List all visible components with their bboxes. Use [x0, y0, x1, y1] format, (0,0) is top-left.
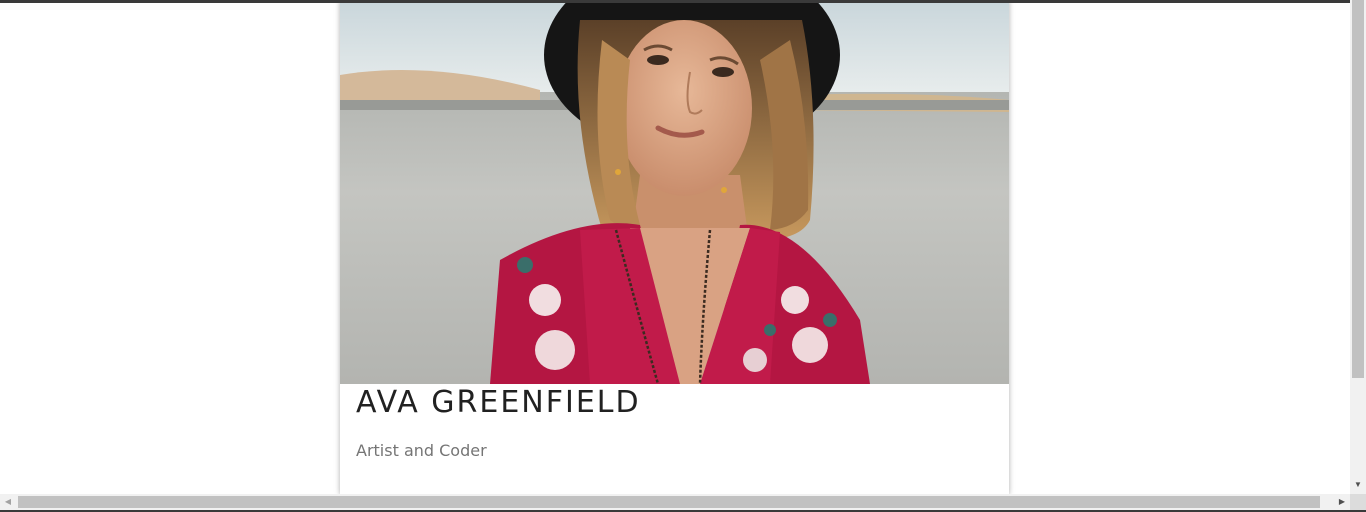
profile-card: AVA GREENFIELD Artist and Coder: [340, 0, 1009, 494]
scroll-down-arrow-icon[interactable]: ▼: [1350, 478, 1366, 492]
scrollbar-corner: [1350, 494, 1366, 510]
horizontal-scrollbar-thumb[interactable]: [18, 496, 1320, 508]
horizontal-scrollbar[interactable]: ◀ ▶: [0, 494, 1350, 510]
vertical-scrollbar[interactable]: ▼: [1350, 0, 1366, 494]
profile-name: AVA GREENFIELD: [356, 385, 641, 420]
browser-viewport: AVA GREENFIELD Artist and Coder ▼ ◀ ▶: [0, 0, 1366, 512]
scroll-right-arrow-icon[interactable]: ▶: [1334, 494, 1350, 510]
top-border: [0, 0, 1350, 3]
profile-photo: [340, 0, 1009, 384]
profile-subtitle: Artist and Coder: [356, 441, 487, 460]
scroll-left-arrow-icon[interactable]: ◀: [0, 494, 16, 510]
vertical-scrollbar-thumb[interactable]: [1352, 0, 1364, 378]
